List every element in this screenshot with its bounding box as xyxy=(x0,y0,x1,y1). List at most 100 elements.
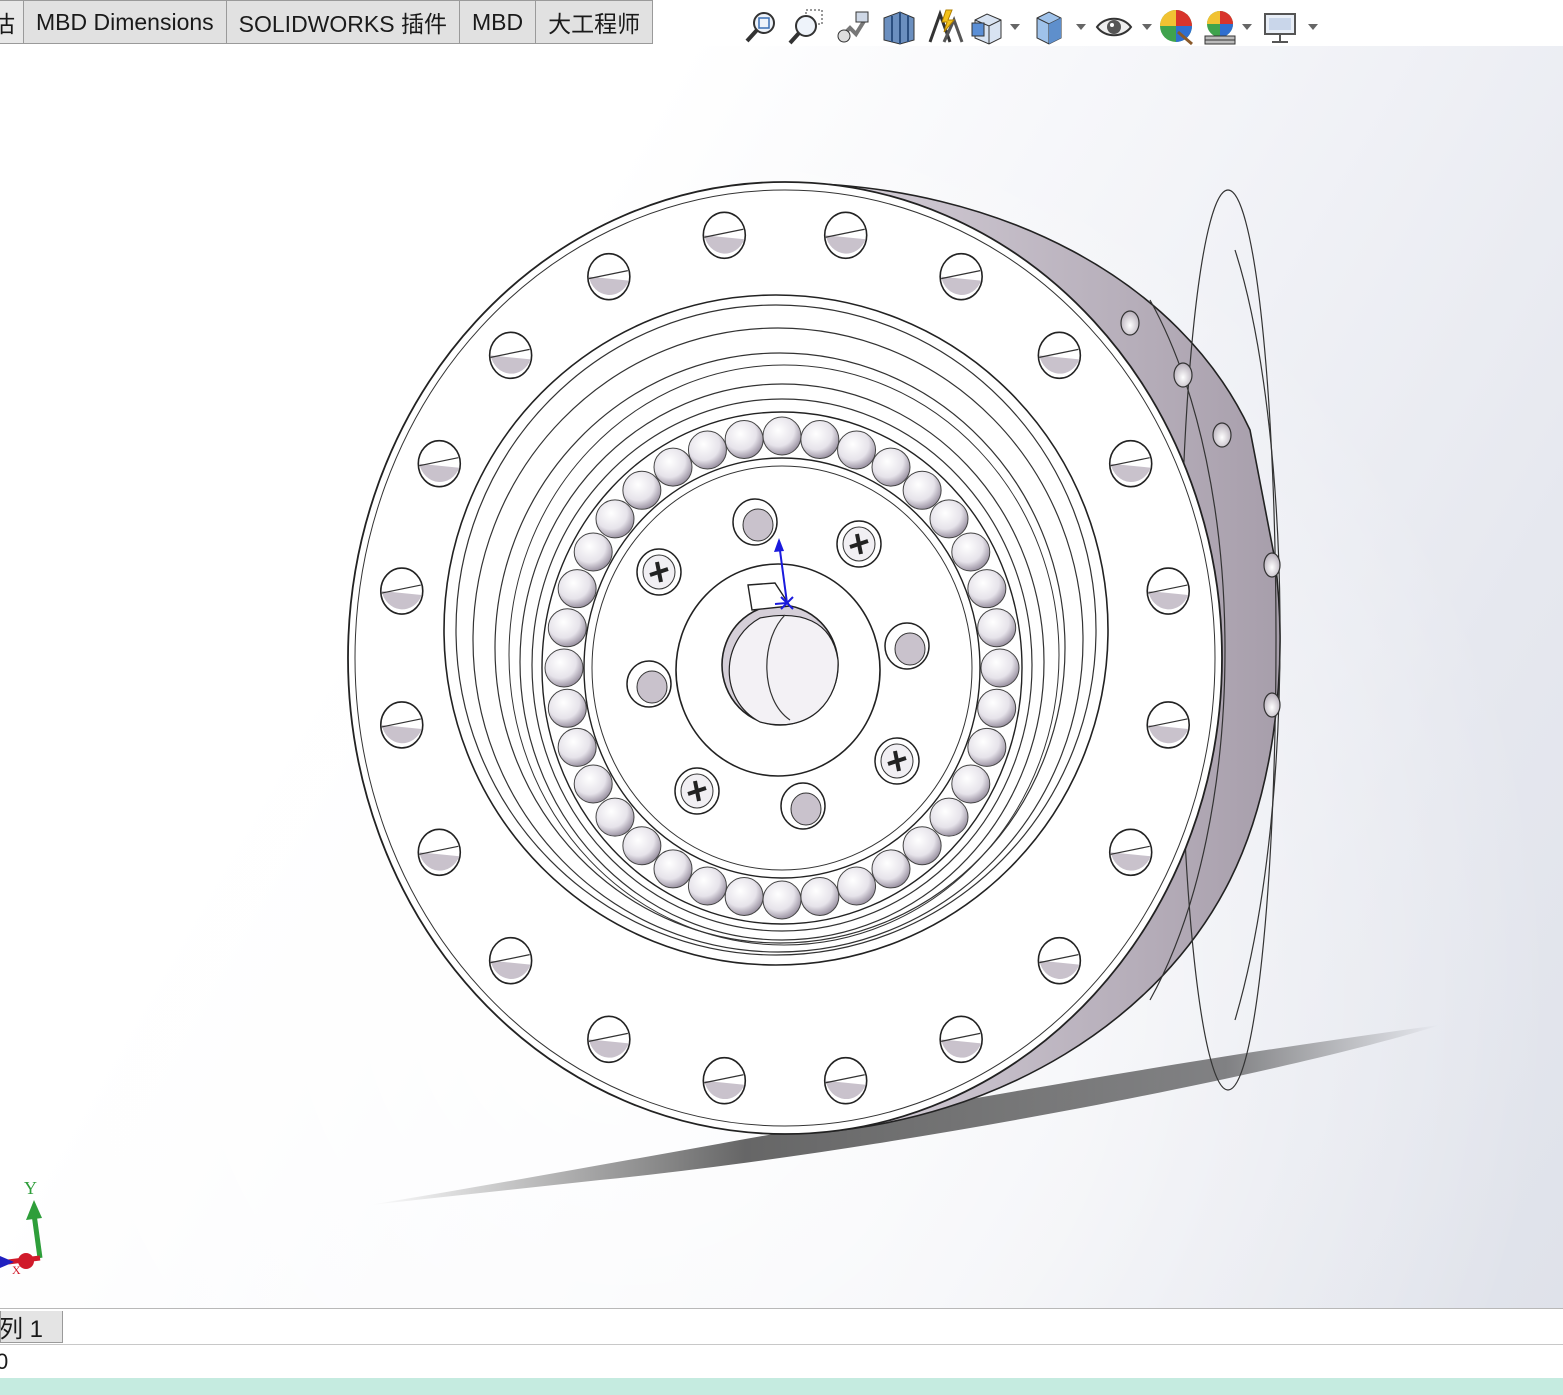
flange-bolt-hole xyxy=(587,252,631,301)
bearing-ball xyxy=(902,826,942,866)
bearing-ball xyxy=(977,688,1017,728)
display-style-icon[interactable] xyxy=(1022,7,1074,47)
bearing-ball xyxy=(595,499,635,539)
view-orientation-icon[interactable] xyxy=(968,7,1008,47)
heads-up-view-toolbar xyxy=(740,6,1320,48)
phillips-screw xyxy=(636,548,682,596)
flange-bolt-hole xyxy=(488,331,533,380)
status-value: 0 xyxy=(0,1349,9,1374)
bearing-ball xyxy=(951,532,991,572)
status-bar xyxy=(0,1378,1563,1395)
tab-evaluate-label: 估 xyxy=(0,5,15,39)
flange-bolt-hole xyxy=(1037,936,1082,985)
flange-bolt-hole xyxy=(1108,439,1153,488)
status-row: 0 xyxy=(0,1344,1563,1379)
bearing-ball xyxy=(800,420,840,460)
previous-view-icon[interactable] xyxy=(830,7,876,47)
flange-bolt-hole xyxy=(417,439,462,488)
bearing-ball xyxy=(573,532,613,572)
flange-bolt-hole xyxy=(1146,701,1191,749)
tab-mbd[interactable]: MBD xyxy=(459,0,537,44)
reference-triad: Y X xyxy=(0,1178,43,1277)
bearing-ball xyxy=(800,876,840,916)
apply-scene-dropdown[interactable] xyxy=(1240,7,1254,47)
hide-show-items-dropdown[interactable] xyxy=(1140,7,1154,47)
apply-scene-icon[interactable] xyxy=(1200,7,1240,47)
bearing-ball xyxy=(724,876,764,916)
zoom-to-area-icon[interactable] xyxy=(784,7,830,47)
bearing-ball xyxy=(724,420,764,460)
view-settings-dropdown[interactable] xyxy=(1306,7,1320,47)
tab-mbd-dimensions-label: MBD Dimensions xyxy=(36,8,214,35)
inner-bolt-hole xyxy=(732,498,778,546)
tab-solidworks-addins[interactable]: SOLIDWORKS 插件 xyxy=(226,0,460,44)
tab-great-engineer-label: 大工程师 xyxy=(548,11,641,37)
graphics-area[interactable]: Y X xyxy=(0,46,1563,1308)
sheet-tab-label: 列 1 xyxy=(0,1316,44,1343)
flange-bolt-hole xyxy=(823,211,868,260)
triad-y-label: Y xyxy=(24,1178,37,1198)
view-settings-icon[interactable] xyxy=(1254,7,1306,47)
bearing-ball xyxy=(557,569,597,609)
phillips-screw xyxy=(836,520,882,568)
bearing-ball xyxy=(547,608,587,648)
bearing-ball xyxy=(837,866,877,906)
bearing-ball xyxy=(902,470,942,510)
tab-mbd-dimensions[interactable]: MBD Dimensions xyxy=(24,0,227,44)
flange-bolt-hole xyxy=(702,211,747,260)
bearing-ball xyxy=(653,447,693,487)
inner-bolt-hole xyxy=(884,622,930,670)
sheet-tab[interactable]: 列 1 xyxy=(0,1311,63,1343)
hide-show-items-icon[interactable] xyxy=(1088,7,1140,47)
sheet-tab-bar xyxy=(0,1308,1563,1345)
bearing-ball xyxy=(653,849,693,889)
flange-bolt-hole xyxy=(823,1056,868,1105)
section-view-icon[interactable] xyxy=(876,7,922,47)
bearing-ball xyxy=(967,569,1007,609)
command-manager-tabs: 估 MBD Dimensions SOLIDWORKS 插件 MBD 大工程师 xyxy=(0,0,654,46)
model-view[interactable] xyxy=(0,46,1563,1308)
bearing-ball xyxy=(929,797,969,837)
bearing-ball xyxy=(573,764,613,804)
tab-mbd-label: MBD xyxy=(471,8,524,35)
bearing-ball xyxy=(544,648,584,688)
tab-great-engineer[interactable]: 大工程师 xyxy=(536,0,654,44)
bearing-ball xyxy=(557,727,597,767)
display-style-dropdown[interactable] xyxy=(1074,7,1088,47)
bearing-ball xyxy=(871,849,911,889)
view-orientation-dropdown[interactable] xyxy=(1008,7,1022,47)
flange-bolt-hole xyxy=(379,701,424,749)
flange-bolt-hole xyxy=(587,1015,631,1064)
flange-bolt-hole xyxy=(417,828,462,877)
phillips-screw xyxy=(674,767,720,815)
bearing-ball xyxy=(762,880,802,920)
tab-evaluate[interactable]: 估 xyxy=(0,0,24,44)
bearing-ball xyxy=(595,797,635,837)
bearing-ball xyxy=(622,470,662,510)
flange-bolt-hole xyxy=(939,1015,983,1064)
bearing-ball xyxy=(871,447,911,487)
bearing-ball xyxy=(951,764,991,804)
zoom-to-fit-icon[interactable] xyxy=(740,7,784,47)
flange-bolt-hole xyxy=(939,252,983,301)
flange-bolt-hole xyxy=(702,1056,747,1105)
bearing-ball xyxy=(837,430,877,470)
bearing-ball xyxy=(929,499,969,539)
flange-bolt-hole xyxy=(488,936,533,985)
bearing-ball xyxy=(967,727,1007,767)
dynamic-annotation-icon[interactable] xyxy=(922,7,968,47)
bearing-ball xyxy=(980,648,1020,688)
triad-x-label: X xyxy=(12,1263,21,1277)
phillips-screw xyxy=(874,737,920,785)
bearing-ball xyxy=(687,430,727,470)
flange-bolt-hole xyxy=(1037,331,1082,380)
flange-bolt-hole xyxy=(379,567,424,615)
inner-bolt-hole xyxy=(626,660,672,708)
inner-bolt-hole xyxy=(780,782,826,830)
bearing-ball xyxy=(687,866,727,906)
bearing-ball xyxy=(977,608,1017,648)
bearing-ball xyxy=(762,416,802,456)
flange-bolt-hole xyxy=(1108,828,1153,877)
edit-appearance-icon[interactable] xyxy=(1154,7,1200,47)
tab-solidworks-addins-label: SOLIDWORKS 插件 xyxy=(238,11,447,37)
